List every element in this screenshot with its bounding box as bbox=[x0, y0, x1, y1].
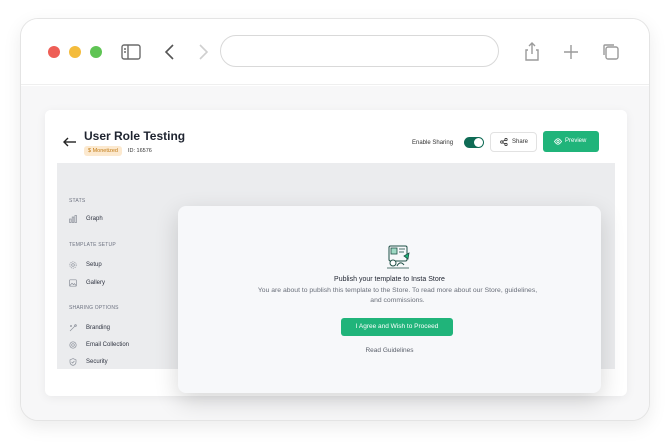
share-icon[interactable] bbox=[520, 40, 544, 64]
image-icon bbox=[69, 279, 77, 287]
page-content: User Role Testing $ Monetized ID: 16576 … bbox=[21, 86, 649, 420]
publish-modal: Publish your template to Insta Store You… bbox=[178, 206, 601, 393]
share-nodes-icon bbox=[500, 138, 508, 146]
forward-icon[interactable] bbox=[191, 40, 215, 64]
sidebar-item-label: Graph bbox=[86, 216, 103, 222]
app-header: User Role Testing $ Monetized ID: 16576 … bbox=[45, 110, 627, 163]
sidebar-item-label: Gallery bbox=[86, 280, 106, 286]
sidebar: STATS Graph TEMPLATE SETUP Setup Gallery… bbox=[57, 163, 167, 369]
minimize-window-button[interactable] bbox=[69, 46, 81, 58]
agree-proceed-button[interactable]: I Agree and Wish to Proceed bbox=[341, 318, 453, 336]
browser-window: User Role Testing $ Monetized ID: 16576 … bbox=[20, 18, 650, 421]
maximize-window-button[interactable] bbox=[90, 46, 102, 58]
modal-description: You are about to publish this template t… bbox=[257, 287, 538, 304]
new-tab-icon[interactable] bbox=[559, 40, 583, 64]
address-bar[interactable] bbox=[220, 35, 499, 67]
sidebar-item-label: Setup bbox=[86, 262, 102, 268]
sidebar-section-template-setup: TEMPLATE SETUP bbox=[69, 242, 116, 248]
toggle-knob bbox=[474, 138, 483, 147]
sidebar-toggle-icon[interactable] bbox=[119, 40, 143, 64]
preview-button-label: Preview bbox=[565, 138, 587, 144]
close-window-button[interactable] bbox=[48, 46, 60, 58]
template-id: ID: 16576 bbox=[128, 148, 152, 154]
graph-icon bbox=[69, 215, 77, 223]
sidebar-section-stats: STATS bbox=[69, 198, 86, 204]
share-button[interactable]: Share bbox=[490, 132, 537, 152]
monetized-badge: $ Monetized bbox=[84, 146, 122, 156]
back-arrow-icon[interactable] bbox=[63, 134, 77, 147]
branding-icon bbox=[69, 324, 77, 332]
gear-icon bbox=[69, 261, 77, 269]
enable-sharing-toggle[interactable] bbox=[464, 137, 484, 148]
email-icon bbox=[69, 341, 77, 349]
tabs-overview-icon[interactable] bbox=[599, 40, 623, 64]
modal-title: Publish your template to Insta Store bbox=[334, 276, 445, 283]
sidebar-section-sharing-options: SHARING OPTIONS bbox=[69, 305, 119, 311]
store-illustration-icon bbox=[387, 245, 410, 269]
page-title: User Role Testing bbox=[84, 129, 186, 143]
read-guidelines-link[interactable]: Read Guidelines bbox=[178, 347, 601, 354]
preview-button[interactable]: Preview bbox=[543, 131, 599, 152]
shield-icon bbox=[69, 358, 77, 366]
eye-icon bbox=[554, 138, 562, 145]
share-button-label: Share bbox=[512, 139, 529, 145]
browser-toolbar bbox=[21, 19, 649, 85]
sidebar-item-label: Branding bbox=[86, 325, 111, 331]
sidebar-item-label: Email Collection bbox=[86, 342, 130, 348]
sidebar-item-label: Security bbox=[86, 359, 108, 365]
enable-sharing-label: Enable Sharing bbox=[412, 140, 454, 146]
back-icon[interactable] bbox=[158, 40, 182, 64]
